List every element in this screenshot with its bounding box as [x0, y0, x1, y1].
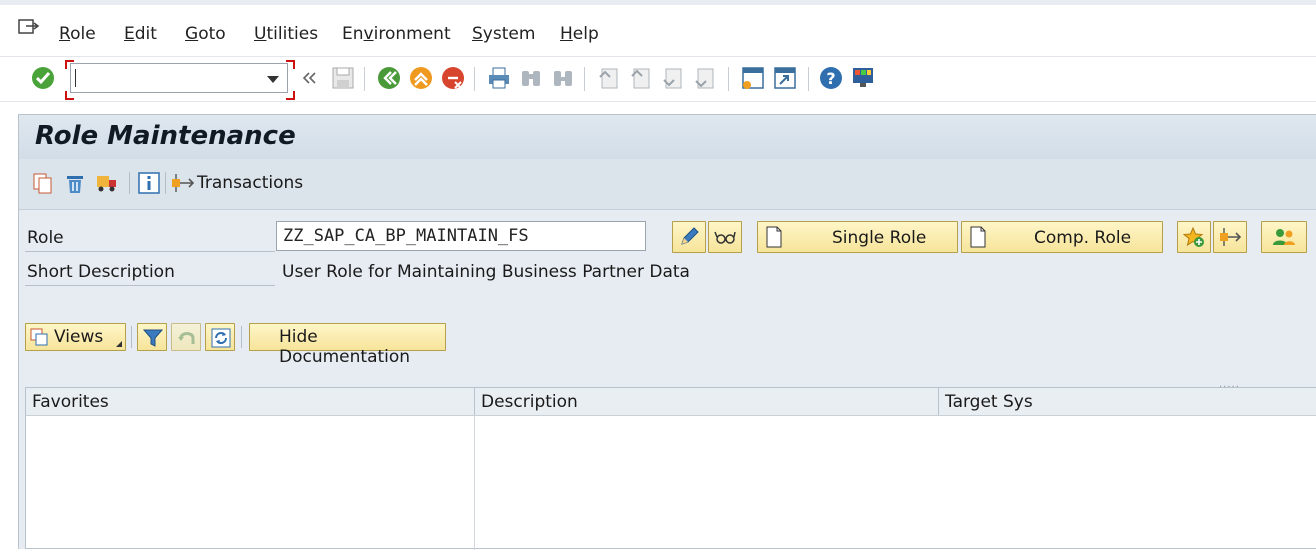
field-corner — [286, 91, 295, 100]
customize-layout-icon[interactable] — [850, 65, 876, 91]
menu-utilities[interactable]: Utilities — [254, 24, 318, 44]
favorites-table: Favorites Description Target Sys — [25, 387, 1316, 550]
single-role-button[interactable]: Single Role — [757, 221, 958, 253]
hide-documentation-label: Hide Documentation — [279, 327, 411, 367]
label-underline — [25, 251, 275, 252]
short-description-value: User Role for Maintaining Business Partn… — [282, 262, 690, 282]
text-cursor — [75, 69, 76, 87]
views-icon — [30, 328, 48, 346]
document-icon — [766, 226, 782, 248]
command-field[interactable] — [70, 63, 288, 93]
table-header: Favorites Description Target Sys — [26, 388, 1316, 416]
toolbar-separator — [165, 172, 166, 194]
copy-icon[interactable] — [31, 171, 55, 195]
column-divider[interactable] — [474, 388, 475, 415]
comp-role-button[interactable]: Comp. Role — [961, 221, 1163, 253]
move-icon — [1220, 228, 1241, 246]
undo-filter-button[interactable] — [171, 323, 201, 351]
toolbar-separator — [129, 172, 130, 194]
undo-icon — [178, 332, 195, 344]
information-icon[interactable] — [137, 171, 161, 195]
transactions-button[interactable]: Transactions — [197, 173, 303, 193]
next-page-icon[interactable] — [660, 65, 686, 91]
cancel-icon[interactable] — [440, 65, 466, 91]
toolbar-separator — [584, 67, 585, 91]
exit-icon[interactable] — [408, 65, 434, 91]
favorites-add-button[interactable] — [1177, 221, 1211, 253]
menu-role[interactable]: Role — [59, 24, 96, 44]
standard-toolbar: ? — [0, 56, 1316, 102]
short-description-label: Short Description — [27, 262, 175, 282]
menu-exit-icon[interactable] — [18, 19, 40, 35]
previous-page-icon[interactable] — [628, 65, 654, 91]
back-icon[interactable] — [376, 65, 402, 91]
column-divider[interactable] — [938, 388, 939, 415]
hide-documentation-button[interactable]: Hide Documentation — [249, 323, 446, 367]
change-role-button[interactable] — [672, 221, 706, 253]
role-input[interactable]: ZZ_SAP_CA_BP_MAINTAIN_FS — [276, 221, 646, 251]
transactions-icon[interactable] — [171, 171, 195, 195]
toolbar-separator — [728, 67, 729, 91]
chevron-down-icon[interactable] — [267, 76, 279, 83]
enter-icon[interactable] — [30, 65, 56, 91]
document-icon — [970, 226, 986, 248]
field-corner — [286, 60, 295, 69]
users-icon — [1273, 229, 1295, 245]
toolbar-separator — [131, 326, 132, 348]
shortcut-icon[interactable] — [772, 65, 798, 91]
menu-environment[interactable]: Environment — [342, 24, 451, 44]
refresh-button[interactable] — [205, 323, 235, 351]
toolbar-separator — [364, 67, 365, 91]
menu-system[interactable]: System — [472, 24, 535, 44]
menu-edit[interactable]: Edit — [124, 24, 157, 44]
application-toolbar: Transactions — [19, 159, 1316, 210]
label-underline — [25, 285, 275, 286]
help-icon[interactable]: ? — [818, 65, 844, 91]
display-role-button[interactable] — [708, 221, 742, 253]
svg-text:?: ? — [826, 69, 835, 88]
last-page-icon[interactable] — [692, 65, 718, 91]
toolbar-separator — [241, 326, 242, 348]
new-session-icon[interactable] — [740, 65, 766, 91]
pencil-icon — [681, 227, 699, 245]
find-next-icon[interactable] — [550, 65, 576, 91]
collapse-icon[interactable] — [300, 65, 318, 91]
toolbar-separator — [808, 67, 809, 91]
find-icon[interactable] — [518, 65, 544, 91]
views-label: Views — [54, 327, 104, 347]
filter-button[interactable] — [137, 323, 167, 351]
filter-icon — [143, 329, 163, 347]
glasses-icon — [714, 231, 736, 244]
field-corner — [65, 60, 74, 69]
views-button[interactable]: Views — [25, 323, 126, 351]
single-role-label: Single Role — [832, 228, 927, 248]
column-header-description[interactable]: Description — [481, 392, 578, 412]
dropdown-corner-icon — [116, 341, 122, 347]
column-divider — [474, 415, 475, 550]
main-panel: Role Maintenance Transactions Role ZZ_SA… — [18, 114, 1316, 550]
favorites-move-button[interactable] — [1213, 221, 1247, 253]
user-assignment-button[interactable] — [1261, 221, 1307, 253]
page-title: Role Maintenance — [35, 121, 296, 151]
title-bar: Role Maintenance — [19, 115, 1316, 159]
refresh-icon — [211, 328, 231, 348]
transport-icon[interactable] — [95, 171, 119, 195]
print-icon[interactable] — [486, 65, 512, 91]
first-page-icon[interactable] — [596, 65, 622, 91]
column-header-target-sys[interactable]: Target Sys — [945, 392, 1033, 412]
role-label: Role — [27, 228, 64, 248]
field-corner — [65, 91, 74, 100]
save-icon[interactable] — [330, 65, 356, 91]
toolbar-separator — [474, 67, 475, 91]
menu-goto[interactable]: Goto — [185, 24, 226, 44]
star-add-icon — [1183, 226, 1204, 247]
menu-bar: Role Edit Goto Utilities Environment Sys… — [0, 0, 1316, 56]
menu-help[interactable]: Help — [560, 24, 599, 44]
delete-icon[interactable] — [63, 171, 87, 195]
comp-role-label: Comp. Role — [1034, 228, 1132, 248]
column-header-favorites[interactable]: Favorites — [32, 392, 109, 412]
